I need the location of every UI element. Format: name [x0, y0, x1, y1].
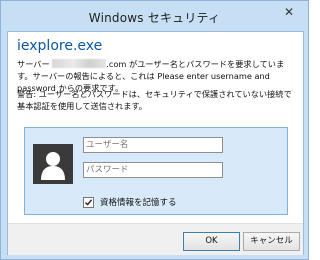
- remember-credentials[interactable]: 資格情報を記憶する: [83, 196, 177, 208]
- dialog-body: iexplore.exe サーバー .com がユーザー名とパスワードを要求して…: [7, 31, 304, 255]
- security-warning: 警告: ユーザー名とパスワードは、セキュリティで保護されていない接続で基本認証を…: [17, 89, 292, 111]
- security-dialog: Windows セキュリティ ✕ iexplore.exe サーバー .com …: [0, 0, 309, 260]
- button-bar: OK キャンセル: [8, 223, 303, 255]
- remember-label: 資格情報を記憶する: [100, 198, 177, 208]
- window-title: Windows セキュリティ: [88, 11, 221, 25]
- redacted-server-name: [52, 59, 107, 68]
- checkmark-icon: [85, 198, 93, 206]
- ok-button[interactable]: OK: [183, 232, 240, 251]
- user-avatar-icon: [33, 144, 73, 184]
- message-prefix: サーバー: [17, 59, 53, 69]
- password-field[interactable]: パスワード: [83, 162, 223, 178]
- username-field[interactable]: ユーザー名: [83, 137, 223, 153]
- password-placeholder: パスワード: [86, 165, 129, 175]
- cancel-button[interactable]: キャンセル: [243, 232, 300, 251]
- title-bar[interactable]: Windows セキュリティ ✕: [1, 1, 308, 31]
- close-button[interactable]: ✕: [278, 3, 300, 21]
- remember-checkbox[interactable]: [83, 196, 94, 208]
- close-icon: ✕: [283, 5, 295, 19]
- username-placeholder: ユーザー名: [86, 140, 129, 150]
- credential-tile[interactable]: ユーザー名 パスワード 資格情報を記憶する: [24, 127, 288, 215]
- app-name: iexplore.exe: [17, 38, 103, 54]
